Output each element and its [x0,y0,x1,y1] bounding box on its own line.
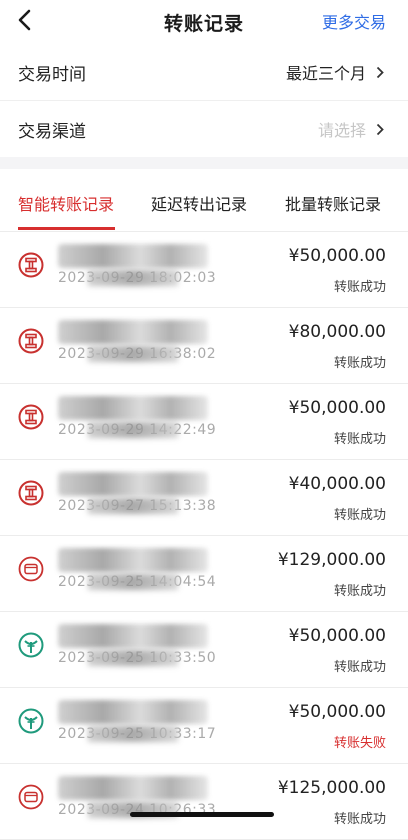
tab-delayed-transfer[interactable]: 延迟转出记录 [151,191,247,215]
home-indicator [130,812,274,817]
icbc-bank-icon [18,404,44,430]
transfer-record[interactable]: 2023-09-27 15:13:38¥40,000.00转账成功 [0,460,408,536]
redacted-payee-name [58,548,208,572]
redaction-scribble [88,726,178,742]
transfer-status: 转账成功 [333,356,386,371]
transfer-status: 转账成功 [333,508,386,523]
redaction-scribble [88,574,178,590]
transfer-status: 转账成功 [333,812,386,827]
redaction-scribble [88,346,178,362]
tab-batch-transfer[interactable]: 批量转账记录 [285,191,381,215]
icbc-bank-icon [18,480,44,506]
redacted-payee-name [58,320,208,344]
transfer-record[interactable]: 2023-09-29 16:38:02¥80,000.00转账成功 [0,308,408,384]
transfer-amount: ¥50,000.00 [288,398,386,418]
active-tab-indicator [18,227,115,230]
page-title: 转账记录 [163,12,244,35]
transfer-amount: ¥40,000.00 [288,474,386,494]
transfer-amount: ¥125,000.00 [277,778,386,798]
more-transactions-link[interactable]: 更多交易 [322,9,386,33]
chevron-right-icon [376,123,384,135]
transfer-status: 转账成功 [333,432,386,447]
transfer-list: 2023-09-29 18:02:03¥50,000.00转账成功2023-09… [0,232,408,840]
card-icon [18,784,44,810]
transfer-record[interactable]: 2023-09-25 14:04:54¥129,000.00转账成功 [0,536,408,612]
redacted-payee-name [58,472,208,496]
transfer-amount: ¥129,000.00 [277,550,386,570]
redacted-payee-name [58,244,208,268]
redacted-payee-name [58,776,208,800]
channel-placeholder: 请选择 [317,121,366,140]
redaction-scribble [88,422,178,438]
redaction-scribble [88,650,178,666]
filter-value: 请选择 [318,117,384,141]
filter-row-time[interactable]: 交易时间 最近三个月 [0,44,408,101]
transfer-amount: ¥50,000.00 [288,246,386,266]
chevron-left-icon [18,9,31,31]
filter-row-channel[interactable]: 交易渠道 请选择 [0,101,408,157]
back-button[interactable] [10,5,40,35]
transfer-status: 转账成功 [333,584,386,599]
transfer-record[interactable]: 2023-09-29 18:02:03¥50,000.00转账成功 [0,232,408,308]
transfer-record[interactable]: 2023-09-29 14:22:49¥50,000.00转账成功 [0,384,408,460]
time-range-value: 最近三个月 [285,64,366,83]
transfer-record[interactable]: 2023-09-25 10:33:17¥50,000.00转账失败 [0,688,408,764]
filter-panel: 交易时间 最近三个月 交易渠道 请选择 [0,44,408,157]
filter-value: 最近三个月 [286,60,384,84]
record-tabs: 智能转账记录 延迟转出记录 批量转账记录 [0,169,408,232]
transfer-record[interactable]: 2023-09-24 10:26:33¥125,000.00转账成功 [0,764,408,840]
transfer-status: 转账失败 [333,736,386,751]
icbc-bank-icon [18,252,44,278]
tab-smart-transfer[interactable]: 智能转账记录 [18,191,114,215]
redacted-payee-name [58,624,208,648]
redaction-scribble [88,498,178,514]
icbc-bank-icon [18,328,44,354]
abc-bank-icon [18,632,44,658]
redacted-payee-name [58,396,208,420]
transfer-amount: ¥50,000.00 [288,702,386,722]
transfer-amount: ¥80,000.00 [288,322,386,342]
filter-label: 交易时间 [18,64,86,85]
nav-bar: 转账记录 更多交易 [0,0,408,44]
chevron-right-icon [376,66,384,78]
transfer-amount: ¥50,000.00 [288,626,386,646]
transfer-status: 转账成功 [333,660,386,675]
redaction-scribble [88,270,178,286]
card-icon [18,556,44,582]
filter-label: 交易渠道 [18,121,86,142]
transfer-status: 转账成功 [333,280,386,295]
abc-bank-icon [18,708,44,734]
redacted-payee-name [58,700,208,724]
transfer-record[interactable]: 2023-09-25 10:33:50¥50,000.00转账成功 [0,612,408,688]
